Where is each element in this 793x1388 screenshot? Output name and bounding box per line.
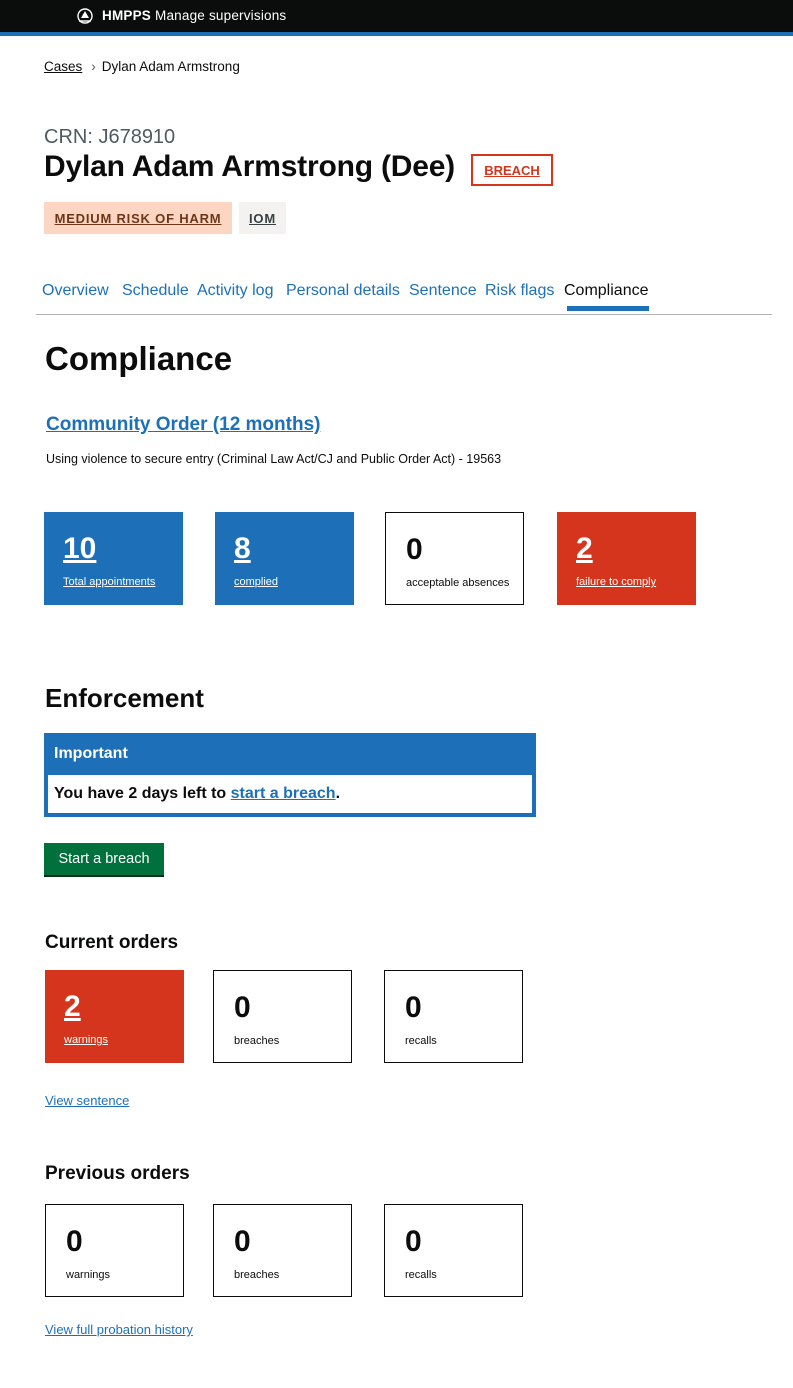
banner-text-end: . [335, 785, 341, 802]
offence-description: Using violence to secure entry (Criminal… [46, 452, 502, 466]
crn-label: CRN: J678910 [44, 126, 176, 148]
stat-label: warnings [64, 1034, 109, 1046]
stat-label: breaches [234, 1035, 280, 1047]
breadcrumb-cases-link[interactable]: Cases [44, 59, 82, 74]
tab-risk-flags[interactable]: Risk flags [485, 282, 554, 300]
person-name: Dylan Adam Armstrong (Dee) [44, 150, 455, 183]
view-sentence-link[interactable]: View sentence [45, 1093, 129, 1108]
header-bar: HMPPS Manage supervisions [0, 0, 793, 36]
stat-value: 2 [576, 532, 593, 565]
chevron-right-icon: › [91, 59, 96, 74]
enforcement-heading: Enforcement [45, 683, 204, 713]
failure-to-comply-card[interactable]: 2 failure to comply [557, 512, 696, 605]
stat-label: Total appointments [63, 576, 156, 588]
tab-activity-log[interactable]: Activity log [197, 282, 273, 300]
breadcrumb-current: Dylan Adam Armstrong [101, 59, 240, 74]
previous-breaches-card: 0 breaches [213, 1204, 352, 1297]
stat-value: 0 [234, 991, 251, 1024]
stat-label: breaches [234, 1269, 280, 1281]
tab-compliance[interactable]: Compliance [564, 282, 648, 300]
tab-schedule[interactable]: Schedule [122, 282, 189, 300]
tab-sentence[interactable]: Sentence [409, 282, 477, 300]
total-appointments-card[interactable]: 10 Total appointments [44, 512, 183, 605]
tab-personal-details[interactable]: Personal details [286, 282, 400, 300]
breadcrumb: Cases › Dylan Adam Armstrong [44, 59, 240, 74]
previous-orders-heading: Previous orders [45, 1163, 190, 1184]
service-label: Manage supervisions [155, 8, 287, 23]
breach-tag[interactable]: BREACH [471, 154, 553, 186]
important-banner: Important You have 2 days left to start … [44, 733, 536, 817]
iom-tag[interactable]: IOM [239, 202, 286, 234]
active-tab-indicator [567, 306, 649, 311]
page-title: Compliance [45, 340, 233, 377]
complied-card[interactable]: 8 complied [215, 512, 354, 605]
risk-of-harm-tag[interactable]: MEDIUM RISK OF HARM [44, 202, 232, 234]
view-probation-history-link[interactable]: View full probation history [45, 1322, 193, 1337]
banner-title: Important [54, 745, 128, 762]
tab-overview[interactable]: Overview [42, 282, 109, 300]
acceptable-absences-card: 0 acceptable absences [385, 512, 524, 605]
stat-value: 0 [405, 991, 422, 1024]
stat-label: recalls [405, 1035, 437, 1047]
stat-label: failure to comply [576, 576, 657, 588]
current-breaches-card: 0 breaches [213, 970, 352, 1063]
stat-value: 10 [63, 532, 97, 565]
sentence-link[interactable]: Community Order (12 months) [46, 414, 320, 436]
stat-value: 0 [405, 1225, 422, 1258]
start-breach-link[interactable]: start a breach [231, 785, 336, 802]
stat-label: acceptable absences [406, 577, 510, 589]
stat-label: complied [234, 576, 279, 588]
stat-label: recalls [405, 1269, 437, 1281]
banner-body: You have 2 days left to start a breach. [48, 775, 532, 813]
crest-icon [77, 8, 93, 24]
current-recalls-card: 0 recalls [384, 970, 523, 1063]
service-name[interactable]: HMPPS Manage supervisions [102, 8, 286, 23]
stat-value: 0 [66, 1225, 83, 1258]
current-orders-heading: Current orders [45, 932, 179, 953]
stat-value: 0 [406, 533, 423, 566]
previous-warnings-card: 0 warnings [45, 1204, 184, 1297]
brand-label: HMPPS [102, 8, 152, 23]
stat-value: 0 [234, 1225, 251, 1258]
previous-recalls-card: 0 recalls [384, 1204, 523, 1297]
current-warnings-card[interactable]: 2 warnings [45, 970, 184, 1063]
stat-value: 2 [64, 990, 81, 1023]
secondary-navigation: Overview Schedule Activity log Personal … [36, 282, 772, 315]
banner-text: You have 2 days left to [54, 785, 231, 802]
stat-label: warnings [66, 1269, 111, 1281]
stat-value: 8 [234, 532, 251, 565]
start-breach-button[interactable]: Start a breach [44, 843, 164, 875]
